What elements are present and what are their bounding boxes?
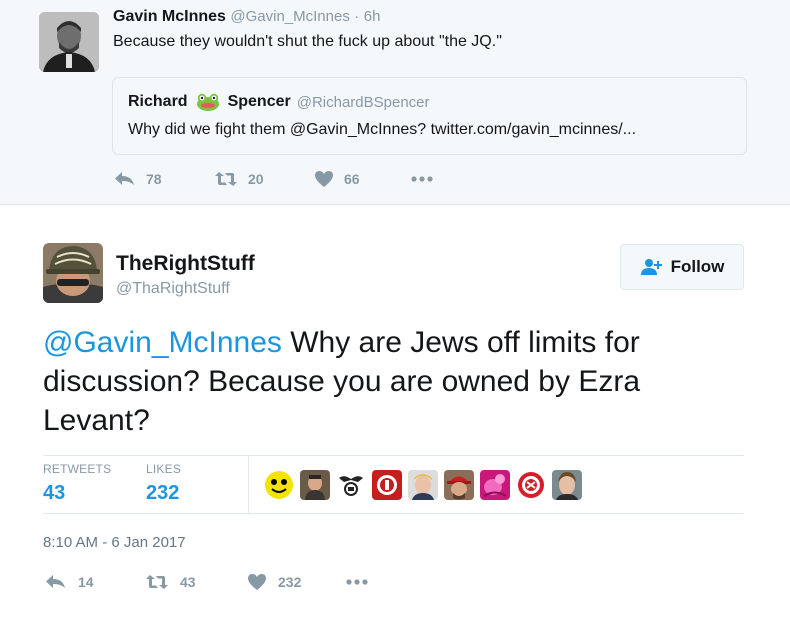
tweet-timestamp[interactable]: 8:10 AM - 6 Jan 2017: [43, 534, 186, 551]
parent-tweet-header: Gavin McInnes @Gavin_McInnes · 6h: [113, 8, 380, 26]
mention-link[interactable]: @Gavin_McInnes: [43, 326, 282, 359]
retweets-label: RETWEETS: [43, 462, 112, 476]
liker-avatar[interactable]: [516, 470, 546, 500]
retweet-icon: [215, 172, 237, 186]
more-button[interactable]: [410, 175, 434, 183]
follow-button[interactable]: Follow: [620, 244, 744, 290]
follow-person-icon: [640, 259, 662, 275]
reply-count: 78: [146, 171, 162, 187]
retweet-count: 20: [248, 171, 264, 187]
quoted-handle: @RichardBSpencer: [296, 93, 430, 111]
like-icon: [315, 171, 333, 187]
like-button[interactable]: 232: [247, 573, 345, 591]
main-author-avatar[interactable]: [43, 243, 103, 303]
retweet-button[interactable]: 43: [145, 574, 247, 590]
author-handle[interactable]: @Gavin_McInnes: [230, 8, 349, 25]
reply-button[interactable]: 78: [114, 171, 214, 187]
like-count: 232: [278, 574, 302, 590]
quoted-tweet[interactable]: Richard Spencer @RichardBSpencer Why did…: [112, 77, 747, 155]
parent-tweet-text: Because they wouldn't shut the fuck up a…: [113, 33, 502, 50]
stats-divider-bottom: [43, 513, 744, 514]
liker-avatar[interactable]: [408, 470, 438, 500]
main-tweet-actions: 14 43 232: [45, 573, 369, 591]
liker-avatars: [264, 470, 588, 500]
author-avatar[interactable]: [39, 12, 99, 72]
liker-avatar[interactable]: [480, 470, 510, 500]
liker-avatar[interactable]: [444, 470, 474, 500]
main-author-name[interactable]: TheRightStuff: [116, 252, 255, 276]
liker-avatar[interactable]: [300, 470, 330, 500]
tweet-time[interactable]: 6h: [364, 8, 381, 25]
retweets-value: 43: [43, 482, 66, 504]
liker-avatar[interactable]: [552, 470, 582, 500]
liker-avatar[interactable]: [336, 470, 366, 500]
follow-label: Follow: [670, 257, 725, 276]
like-icon: [248, 574, 266, 590]
stats-vertical-divider: [248, 456, 249, 513]
retweet-button[interactable]: 20: [214, 171, 314, 187]
like-button[interactable]: 66: [314, 170, 410, 188]
parent-tweet[interactable]: Gavin McInnes @Gavin_McInnes · 6h Becaus…: [0, 0, 790, 205]
retweet-count: 43: [180, 574, 196, 590]
quoted-tweet-header: Richard Spencer @RichardBSpencer: [128, 93, 430, 111]
parent-tweet-actions: 78 20 66: [114, 170, 434, 188]
quoted-name-last: Spencer: [227, 93, 291, 110]
liker-avatar[interactable]: [372, 470, 402, 500]
reply-button[interactable]: 14: [45, 574, 145, 590]
quoted-tweet-text: Why did we fight them @Gavin_McInnes? tw…: [128, 121, 637, 138]
more-icon: [411, 176, 433, 182]
main-author-handle[interactable]: @ThaRightStuff: [116, 280, 230, 298]
reply-icon: [115, 172, 134, 185]
author-name[interactable]: Gavin McInnes: [113, 8, 226, 25]
quoted-name-first: Richard: [128, 93, 188, 110]
separator-dot: ·: [354, 8, 360, 25]
avatar-photo: [43, 243, 103, 303]
main-tweet-text: @Gavin_McInnes Why are Jews off limits f…: [43, 323, 743, 440]
more-button[interactable]: [345, 578, 369, 586]
more-icon: [346, 579, 368, 585]
likes-label: LIKES: [146, 462, 182, 476]
retweets-stat[interactable]: RETWEETS 43: [43, 462, 111, 505]
liker-avatar[interactable]: [264, 470, 294, 500]
stats-divider-top: [43, 455, 744, 456]
reply-icon: [46, 575, 65, 588]
frog-emoji-icon: [196, 93, 219, 111]
likes-stat[interactable]: LIKES 232: [146, 462, 181, 505]
avatar-photo: [39, 12, 99, 72]
retweet-icon: [146, 575, 168, 589]
likes-value: 232: [146, 482, 180, 504]
like-count: 66: [344, 171, 360, 187]
reply-count: 14: [78, 574, 94, 590]
